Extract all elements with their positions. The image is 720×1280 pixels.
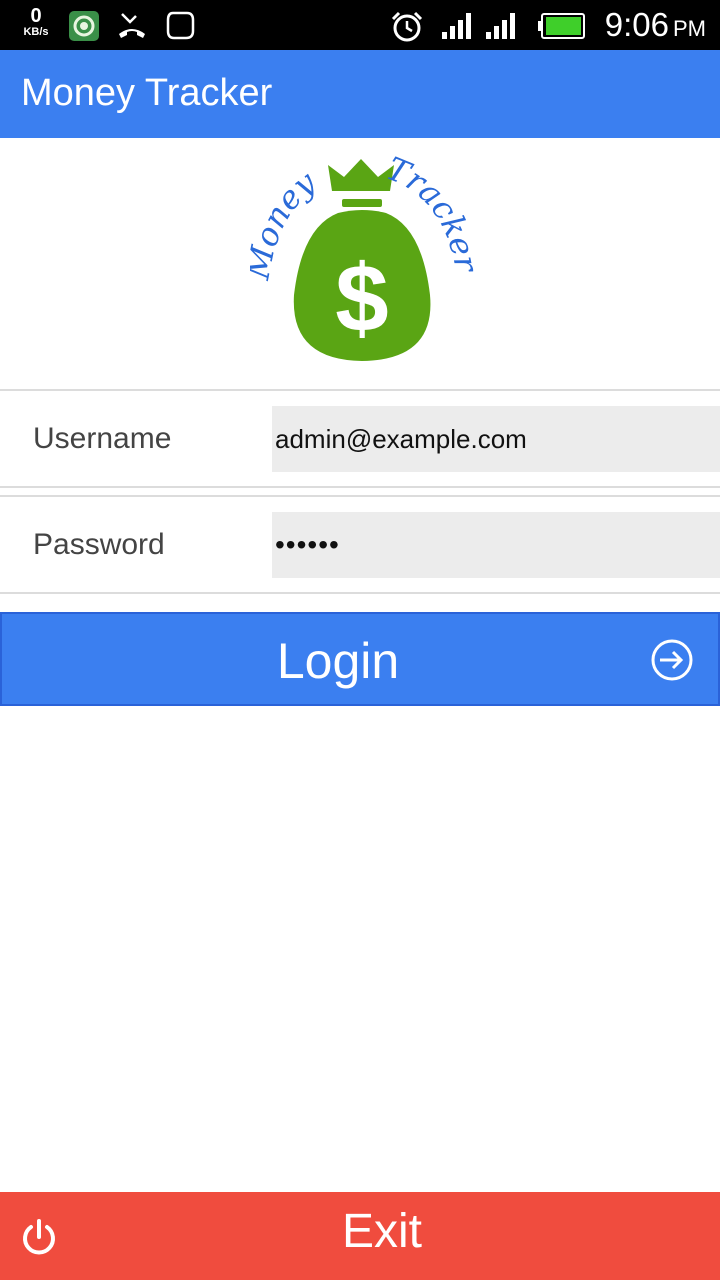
login-button[interactable]: Login	[0, 612, 720, 706]
divider	[0, 486, 720, 488]
username-input[interactable]	[272, 406, 720, 472]
app-title: Money Tracker	[21, 72, 273, 114]
signal-icon	[486, 13, 515, 39]
clock-time: 9:06	[604, 6, 669, 43]
exit-button[interactable]: Exit	[0, 1192, 720, 1280]
bag-tie	[342, 199, 382, 207]
status-bar: 0 KB/s 9:06 PM	[0, 0, 720, 50]
chat-bubble-icon	[166, 11, 195, 40]
password-input[interactable]	[272, 512, 720, 578]
battery-icon	[538, 13, 585, 39]
alarm-icon	[391, 11, 423, 42]
divider	[0, 389, 720, 391]
divider	[0, 592, 720, 594]
money-tracker-logo: $ Money Tracker	[250, 155, 475, 361]
clock: 9:06 PM	[605, 6, 706, 44]
login-button-label: Login	[276, 633, 400, 689]
login-arrow-icon	[651, 639, 693, 681]
missed-call-icon	[119, 13, 145, 38]
divider	[0, 495, 720, 497]
logo-dollar-sign: $	[335, 245, 388, 352]
exit-button-label: Exit	[341, 1205, 422, 1258]
network-speed-value: 0	[30, 5, 42, 27]
signal-icon	[442, 13, 471, 39]
crown-icon	[328, 159, 394, 191]
app-bar: Money Tracker	[0, 50, 720, 138]
clock-ampm: PM	[673, 16, 706, 41]
username-label: Username	[33, 422, 172, 455]
app-notification-icon	[69, 11, 99, 41]
network-speed-unit: KB/s	[23, 26, 49, 38]
password-label: Password	[33, 528, 165, 561]
network-speed: 0 KB/s	[18, 6, 54, 38]
